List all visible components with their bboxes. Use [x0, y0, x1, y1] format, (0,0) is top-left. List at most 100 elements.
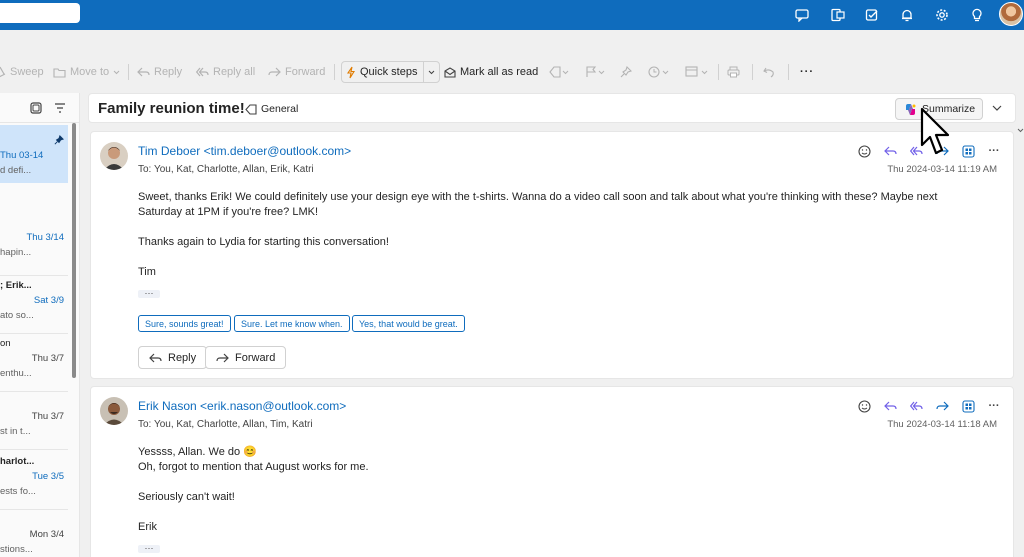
category-tag[interactable]: General: [245, 103, 298, 115]
list-item-date: Tue 3/5: [32, 471, 64, 482]
more-icon[interactable]: ···: [985, 397, 1003, 415]
more-icon[interactable]: ···: [985, 142, 1003, 160]
recipients: To: You, Kat, Charlotte, Allan, Erik, Ka…: [138, 164, 314, 175]
inbox-rule-icon: [685, 66, 709, 78]
reply-icon: [149, 353, 162, 363]
emoji-icon[interactable]: [855, 142, 873, 160]
sender-name[interactable]: Tim Deboer <tim.deboer@outlook.com>: [138, 144, 351, 158]
reading-pane: Family reunion time! General Summarize T…: [88, 93, 1016, 557]
reply-button[interactable]: Reply: [138, 346, 208, 369]
reply-button[interactable]: Reply: [137, 58, 182, 86]
list-item-date: Thu 03-14: [0, 150, 44, 161]
divider: [788, 64, 789, 80]
flag-icon: [585, 66, 605, 78]
reply-all-button[interactable]: Reply all: [196, 58, 255, 86]
list-item-date: Mon 3/4: [29, 529, 64, 540]
signature: Tim: [138, 266, 156, 278]
divider: [752, 64, 753, 80]
list-item-sender: on: [0, 338, 11, 349]
folder-move-icon: [53, 67, 66, 78]
reply-icon: [137, 67, 150, 77]
chevron-down-icon[interactable]: [1017, 128, 1024, 142]
bell-icon[interactable]: [898, 6, 916, 24]
tag-button[interactable]: [549, 58, 569, 86]
clock-icon: [648, 66, 670, 78]
emoji-icon[interactable]: [855, 397, 873, 415]
tasks-icon[interactable]: [863, 6, 881, 24]
suggested-reply[interactable]: Yes, that would be great.: [352, 315, 465, 332]
flag-button[interactable]: [585, 58, 605, 86]
list-item-sender: harlot...: [0, 456, 35, 467]
mark-all-read-button[interactable]: Mark all as read: [444, 58, 538, 86]
page-title: Family reunion time!: [98, 100, 245, 117]
list-item[interactable]: on Thu 3/7 enthu...: [0, 333, 68, 388]
list-item-date: Thu 3/7: [31, 353, 64, 364]
quick-steps-button[interactable]: Quick steps: [341, 61, 441, 83]
list-item[interactable]: Thu 03-14 d defi...: [0, 125, 68, 183]
move-to-button[interactable]: Move to: [53, 58, 120, 86]
list-item[interactable]: harlot... Tue 3/5 ests fo...: [0, 449, 68, 506]
list-item-preview: ests fo...: [0, 486, 36, 497]
apps-icon[interactable]: [959, 397, 977, 415]
message-body: Sweet, thanks Erik! We could definitely …: [138, 191, 938, 218]
more-options-button[interactable]: ···: [800, 58, 814, 86]
apps-icon[interactable]: [959, 142, 977, 160]
forward-icon: [216, 353, 229, 363]
avatar[interactable]: [999, 2, 1023, 26]
pin-button[interactable]: [620, 58, 632, 86]
filter-icon[interactable]: [54, 102, 66, 114]
list-item-preview: st in t...: [0, 426, 31, 437]
lightbulb-icon[interactable]: [968, 6, 986, 24]
timestamp: Thu 2024-03-14 11:18 AM: [887, 419, 997, 430]
show-quoted-button[interactable]: ···: [138, 289, 160, 298]
rules-button[interactable]: [685, 58, 709, 86]
message-actions: ···: [855, 397, 1003, 415]
command-toolbar: Sweep Move to Reply Reply all Forward Qu…: [0, 58, 1024, 133]
forward-icon: [268, 67, 281, 77]
forward-icon[interactable]: [933, 397, 951, 415]
chevron-down-icon[interactable]: [428, 70, 435, 75]
printer-icon: [727, 66, 740, 78]
list-item[interactable]: Mon 3/4 stions...: [0, 509, 68, 557]
chat-feedback-icon[interactable]: [793, 6, 811, 24]
undo-button[interactable]: [763, 58, 775, 86]
message-body: Yessss, Allan. We do 😊 Oh, forgot to men…: [138, 446, 369, 473]
reply-all-icon[interactable]: [907, 397, 925, 415]
forward-button[interactable]: Forward: [205, 346, 287, 369]
sweep-button[interactable]: Sweep: [0, 58, 44, 86]
sender-name[interactable]: Erik Nason <erik.nason@outlook.com>: [138, 399, 346, 413]
outlook-app-icon[interactable]: [829, 6, 847, 24]
list-item[interactable]: ; Erik... Sat 3/9 ato so...: [0, 275, 68, 330]
suggested-reply[interactable]: Sure, sounds great!: [138, 315, 231, 332]
sweep-icon: [0, 66, 6, 78]
scrollbar[interactable]: [72, 123, 76, 378]
suggested-reply[interactable]: Sure. Let me know when.: [234, 315, 350, 332]
print-button[interactable]: [727, 58, 740, 86]
reply-icon[interactable]: [881, 397, 899, 415]
subject-bar: Family reunion time! General Summarize: [88, 93, 1016, 123]
list-item-preview: d defi...: [0, 165, 32, 176]
mouse-cursor-icon: [920, 107, 954, 157]
tag-icon: [549, 66, 569, 78]
copilot-icon: [904, 103, 917, 116]
tag-icon: [245, 103, 257, 115]
reply-icon[interactable]: [881, 142, 899, 160]
divider: [423, 62, 425, 82]
show-quoted-button[interactable]: ···: [138, 544, 160, 553]
list-item[interactable]: Thu 3/14 hapin...: [0, 230, 68, 270]
chevron-down-icon[interactable]: [992, 105, 1002, 112]
search-input[interactable]: [0, 3, 80, 23]
gear-icon[interactable]: [933, 6, 951, 24]
list-item-preview: hapin...: [0, 247, 32, 258]
message-card: Erik Nason <erik.nason@outlook.com> To: …: [90, 386, 1014, 557]
divider: [128, 64, 129, 80]
category-label: General: [261, 103, 299, 115]
list-item[interactable]: Thu 3/7 st in t...: [0, 391, 68, 446]
forward-button[interactable]: Forward: [268, 58, 325, 86]
reply-all-icon: [196, 67, 209, 77]
list-item-preview: ato so...: [0, 310, 34, 321]
list-item-preview: enthu...: [0, 368, 32, 379]
snooze-button[interactable]: [648, 58, 670, 86]
select-mode-icon[interactable]: [30, 102, 42, 114]
list-item-date: Thu 3/14: [26, 232, 65, 243]
